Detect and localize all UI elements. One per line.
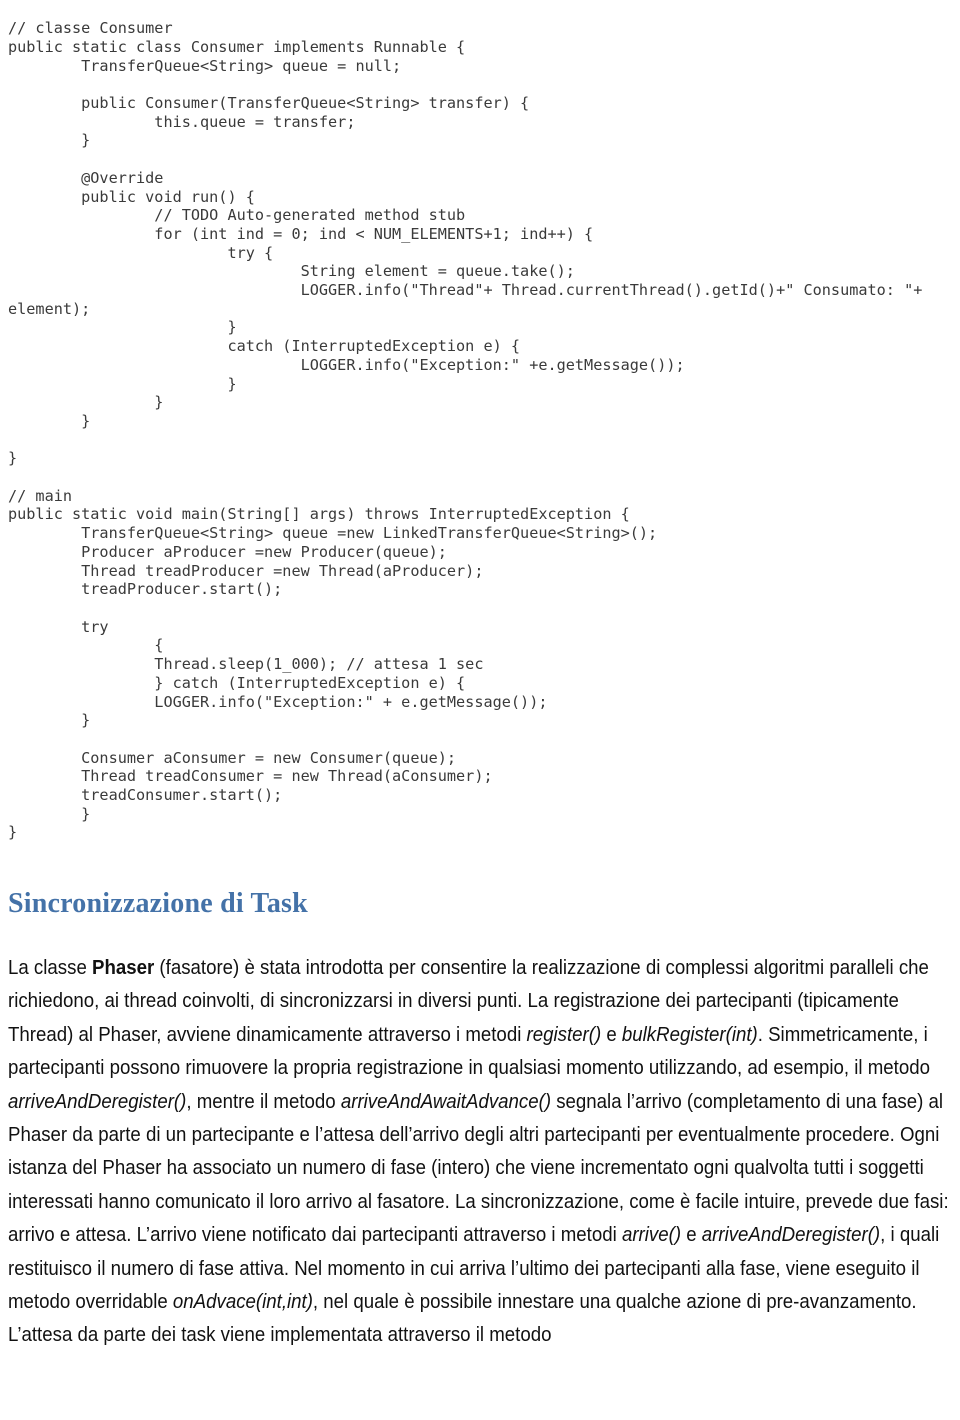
paragraph-phaser: La classe Phaser (fasatore) è stata intr… — [8, 957, 949, 1347]
code-line: // classe Consumer — [8, 19, 173, 38]
code-line: catch (InterruptedException e) { — [8, 337, 521, 356]
code-line: Consumer aConsumer = new Consumer(queue)… — [8, 748, 457, 767]
code-line: TransferQueue<String> queue =new LinkedT… — [8, 524, 658, 543]
code-line: TransferQueue<String> queue = null; — [8, 56, 402, 75]
code-line: Thread treadConsumer = new Thread(aConsu… — [8, 767, 493, 786]
code-line: public void run() { — [8, 187, 255, 206]
code-line: for (int ind = 0; ind < NUM_ELEMENTS+1; … — [8, 224, 594, 243]
code-line: Thread.sleep(1_000); // attesa 1 sec — [8, 655, 484, 674]
code-line: } — [8, 393, 164, 412]
code-line: public static class Consumer implements … — [8, 37, 466, 56]
code-line: treadProducer.start(); — [8, 580, 283, 599]
code-line: public static void main(String[] args) t… — [8, 505, 630, 524]
code-line: { — [8, 636, 164, 655]
document-page: // classe Consumer public static class Co… — [0, 0, 960, 1420]
section-heading-sincronizzazione-di-task: Sincronizzazione di Task — [8, 888, 308, 920]
code-line: String element = queue.take(); — [8, 262, 575, 281]
code-line: @Override — [8, 168, 164, 187]
code-line: // TODO Auto-generated method stub — [8, 206, 466, 225]
code-line: try — [8, 617, 109, 636]
code-line: Producer aProducer =new Producer(queue); — [8, 542, 447, 561]
code-line: } — [8, 411, 91, 430]
code-line: public Consumer(TransferQueue<String> tr… — [8, 94, 530, 112]
code-line: Thread treadProducer =new Thread(aProduc… — [8, 561, 484, 580]
code-line: } — [8, 449, 18, 468]
code-line: } — [8, 318, 237, 337]
code-line: } — [8, 374, 237, 393]
code-line: this.queue = transfer; — [8, 112, 356, 131]
java-code-listing: // classe Consumer public static class Co… — [0, 15, 960, 842]
code-line: element); — [8, 299, 91, 318]
code-line: LOGGER.info("Thread"+ Thread.currentThre… — [8, 281, 923, 300]
code-line: } — [8, 711, 91, 730]
code-line: LOGGER.info("Exception:" +e.getMessage()… — [8, 355, 685, 374]
code-line: try { — [8, 243, 274, 262]
code-line: LOGGER.info("Exception:" + e.getMessage(… — [8, 692, 548, 711]
code-line: } — [8, 804, 91, 823]
code-line: // main — [8, 486, 73, 505]
body-prose: La classe Phaser (fasatore) è stata intr… — [8, 952, 956, 1353]
code-line: } — [8, 131, 91, 150]
code-line: } — [8, 823, 18, 842]
code-line: treadConsumer.start(); — [8, 786, 283, 805]
code-line: } catch (InterruptedException e) { — [8, 673, 466, 692]
code-listing-text: // classe Consumer public static class Co… — [8, 19, 960, 842]
